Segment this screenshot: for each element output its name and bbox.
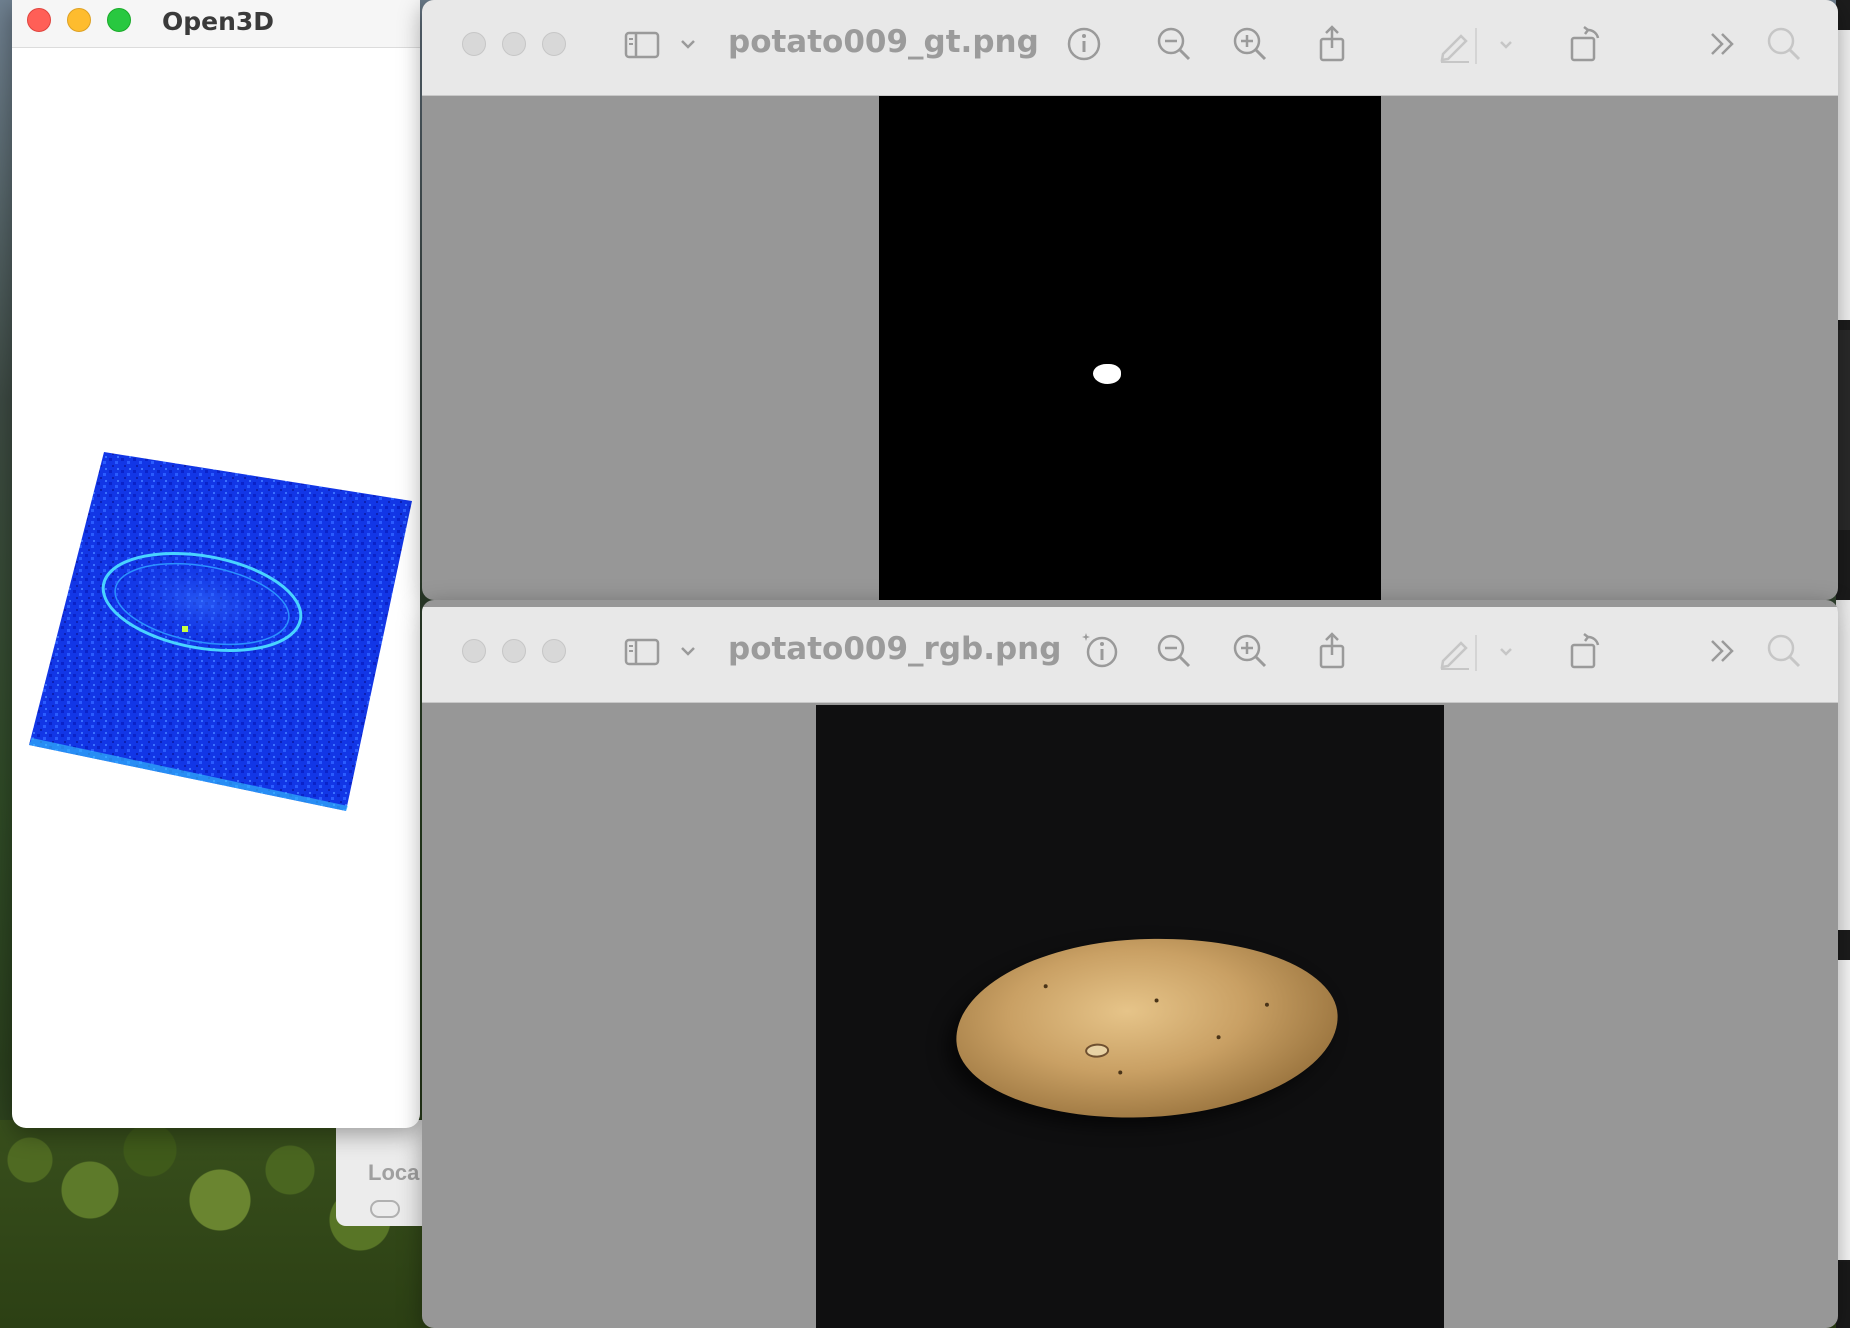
potato-spot — [1118, 1070, 1123, 1075]
search-icon[interactable] — [1764, 631, 1804, 671]
markup-icon[interactable] — [1435, 631, 1475, 671]
background-window-edge — [1836, 960, 1850, 1260]
minimize-button[interactable] — [502, 639, 526, 663]
close-button[interactable] — [462, 639, 486, 663]
minimize-button[interactable] — [67, 8, 91, 32]
point-cloud-heatmap — [29, 452, 412, 811]
background-window-edge — [1836, 600, 1850, 930]
toolbar-divider — [1475, 28, 1477, 64]
close-button[interactable] — [462, 32, 486, 56]
toolbar-divider — [1475, 635, 1477, 671]
info-icon[interactable] — [1080, 631, 1120, 671]
zoom-out-icon[interactable] — [1154, 631, 1194, 671]
zoom-button[interactable] — [542, 639, 566, 663]
potato-spot — [1043, 984, 1048, 989]
chevron-down-icon[interactable] — [668, 24, 708, 64]
share-icon[interactable] — [1312, 631, 1352, 671]
rgb-potato-image — [816, 705, 1444, 1328]
background-window-edge — [1836, 330, 1850, 530]
rotate-icon[interactable] — [1566, 24, 1606, 64]
potato — [951, 929, 1343, 1127]
sidebar-icon[interactable] — [622, 24, 662, 64]
ground-truth-mask-image — [879, 96, 1381, 600]
search-icon[interactable] — [1764, 24, 1804, 64]
potato-spot — [1154, 998, 1159, 1003]
minimize-button[interactable] — [502, 32, 526, 56]
rotate-icon[interactable] — [1566, 631, 1606, 671]
background-window-edge — [1836, 30, 1850, 320]
document-title[interactable]: potato009_gt.png — [728, 24, 1039, 60]
info-icon[interactable] — [1064, 24, 1104, 64]
chevron-down-icon[interactable] — [1486, 24, 1526, 64]
zoom-in-icon[interactable] — [1230, 24, 1270, 64]
document-title[interactable]: potato009_rgb.png — [728, 631, 1061, 667]
potato-defect — [1084, 1043, 1110, 1059]
potato-spot — [1264, 1002, 1270, 1007]
more-icon[interactable] — [1702, 631, 1742, 671]
more-icon[interactable] — [1702, 24, 1742, 64]
defect-mask-region — [1093, 364, 1121, 384]
3d-viewport[interactable] — [12, 48, 420, 1128]
cloud-icon — [370, 1200, 400, 1218]
close-button[interactable] — [27, 8, 51, 32]
background-windows-edge — [1836, 0, 1850, 1328]
zoom-out-icon[interactable] — [1154, 24, 1194, 64]
open3d-titlebar[interactable]: Open3D — [12, 0, 420, 48]
zoom-button[interactable] — [107, 8, 131, 32]
background-window-label: Loca — [368, 1160, 420, 1185]
window-title: Open3D — [162, 7, 275, 36]
markup-icon[interactable] — [1435, 24, 1475, 64]
open3d-window[interactable]: Open3D — [12, 0, 420, 1128]
preview-toolbar[interactable]: potato009_rgb.png — [422, 607, 1838, 703]
share-icon[interactable] — [1312, 24, 1352, 64]
chevron-down-icon[interactable] — [668, 631, 708, 671]
potato-spot — [1216, 1035, 1221, 1040]
preview-window-rgb[interactable]: potato009_rgb.png — [422, 600, 1838, 1328]
sidebar-icon[interactable] — [622, 631, 662, 671]
background-window-edge — [1836, 1262, 1850, 1328]
zoom-in-icon[interactable] — [1230, 631, 1270, 671]
zoom-button[interactable] — [542, 32, 566, 56]
preview-window-gt[interactable]: potato009_gt.png — [422, 0, 1838, 600]
preview-toolbar[interactable]: potato009_gt.png — [422, 0, 1838, 96]
chevron-down-icon[interactable] — [1486, 631, 1526, 671]
